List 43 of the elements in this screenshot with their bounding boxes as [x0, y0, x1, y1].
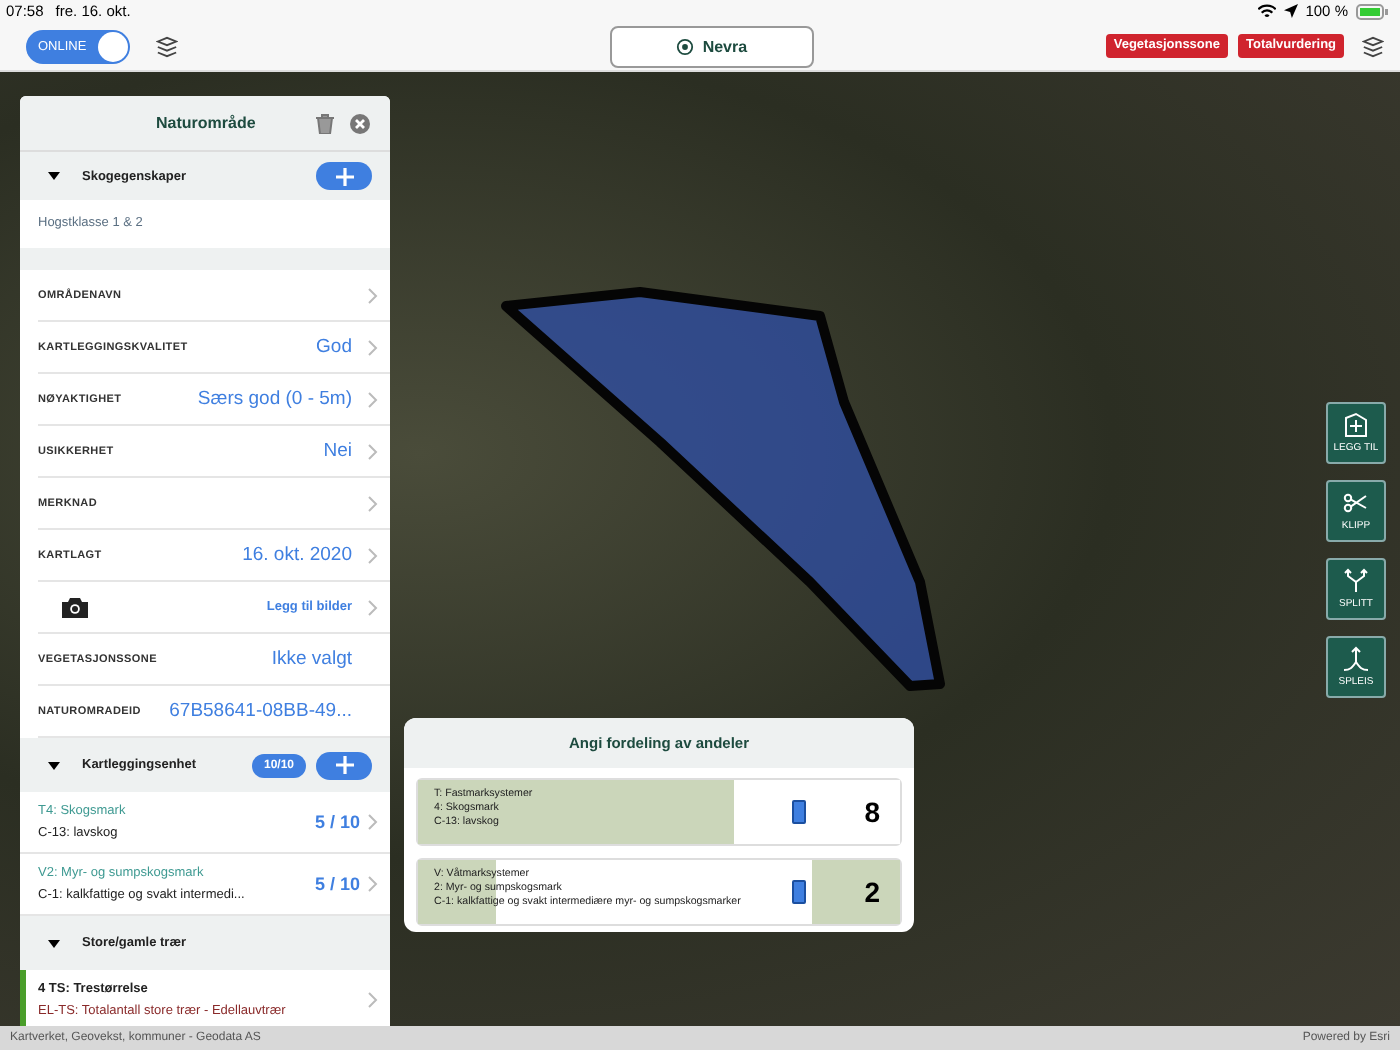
field-value: Særs god (0 - 5m) [197, 388, 352, 410]
chevron-right-icon[interactable] [368, 443, 378, 459]
unit-share: 5 / 10 [314, 874, 360, 894]
chevron-right-icon[interactable] [368, 287, 378, 303]
wifi-icon [1257, 4, 1276, 18]
field-value: 67B58641-08BB-49... [169, 700, 352, 722]
chevron-right-icon[interactable] [368, 814, 378, 830]
share-value: 2 [812, 860, 900, 924]
chevron-right-icon[interactable] [368, 599, 378, 615]
plus-shape-icon [1342, 412, 1370, 438]
plus-icon [335, 167, 353, 185]
chevron-right-icon[interactable] [368, 339, 378, 355]
chevron-right-icon[interactable] [368, 495, 378, 511]
field-value: Ikke valgt [271, 648, 352, 670]
chevron-right-icon[interactable] [368, 876, 378, 892]
expand-triangle-icon[interactable] [48, 939, 60, 947]
battery-icon [1356, 3, 1388, 19]
layers-icon[interactable] [1362, 35, 1385, 57]
target-icon [676, 37, 695, 55]
add-button[interactable] [316, 162, 372, 190]
chevron-right-icon[interactable] [368, 391, 378, 407]
camera-icon[interactable] [62, 597, 88, 617]
field-value: God [316, 336, 352, 358]
add-button[interactable] [316, 751, 372, 779]
expand-triangle-icon[interactable] [48, 172, 60, 180]
unit-share: 5 / 10 [314, 812, 360, 832]
slider-thumb[interactable] [792, 880, 806, 904]
layers-settings-icon[interactable] [156, 35, 178, 57]
expand-triangle-icon[interactable] [48, 761, 60, 769]
location-button[interactable]: Nevra [609, 25, 814, 67]
plus-icon [335, 756, 353, 774]
slider-thumb[interactable] [792, 800, 806, 824]
location-arrow-icon [1283, 4, 1298, 18]
chevron-right-icon[interactable] [368, 992, 378, 1008]
trash-icon[interactable] [316, 113, 334, 133]
split-arrows-icon [1342, 568, 1370, 594]
scissors-icon [1342, 490, 1370, 516]
field-value: Nei [323, 440, 352, 462]
chevron-right-icon[interactable] [368, 547, 378, 563]
panel-title: Naturområde [156, 114, 256, 132]
close-icon[interactable] [350, 113, 370, 133]
field-value: 16. okt. 2020 [242, 544, 352, 566]
merge-arrow-icon [1342, 646, 1370, 672]
